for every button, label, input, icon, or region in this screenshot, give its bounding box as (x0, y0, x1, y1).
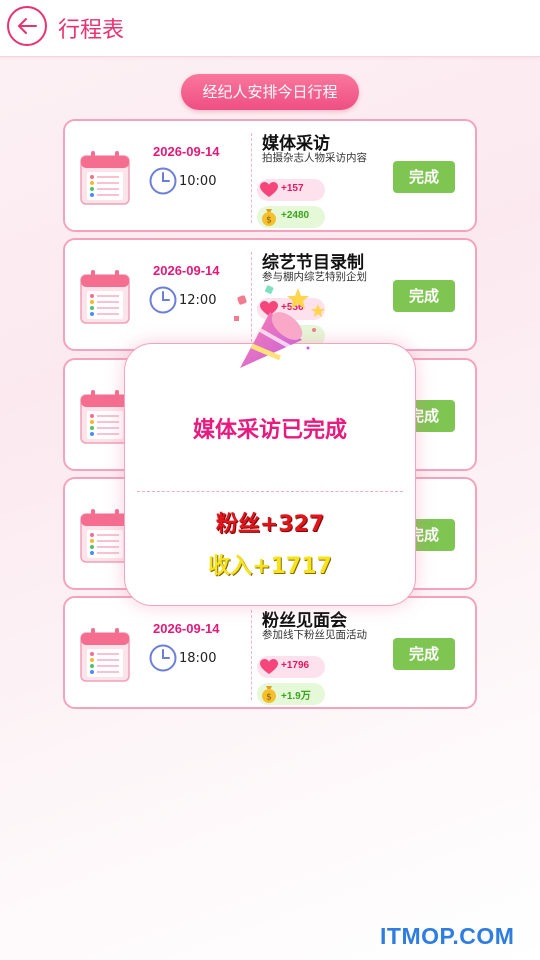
heart-icon (260, 182, 278, 197)
schedule-card: 2026-09-14 18:00 粉丝见面会 参加线下粉丝见面活动 +1796 … (63, 596, 477, 709)
money-bag-icon: $ (262, 209, 276, 226)
schedule-date: 2026-09-14 (153, 621, 220, 636)
schedule-time: 12:00 (179, 293, 217, 308)
schedule-card: 2026-09-14 10:00 媒体采访 拍摄杂志人物采访内容 +157 $ … (63, 119, 477, 232)
card-divider (251, 133, 252, 223)
event-description: 参加线下粉丝见面活动 (262, 629, 367, 641)
calendar-icon (80, 628, 130, 682)
arrow-left-icon (18, 18, 37, 34)
calendar-icon (80, 151, 130, 205)
calendar-icon (80, 270, 130, 324)
schedule-time: 10:00 (179, 174, 217, 189)
income-reward-value: +1.9万 (281, 691, 311, 702)
clock-icon (149, 167, 177, 195)
income-gain-text: 收入+1717 (208, 554, 332, 579)
schedule-date: 2026-09-14 (153, 263, 220, 278)
svg-text:$: $ (266, 693, 272, 703)
back-button[interactable] (7, 6, 47, 46)
agent-schedule-banner[interactable]: 经纪人安排今日行程 (181, 74, 359, 110)
fans-reward-chip: +1796 (257, 656, 325, 678)
complete-button[interactable]: 完成 (393, 280, 455, 312)
card-divider (251, 610, 252, 700)
page-title: 行程表 (58, 18, 125, 43)
clock-icon (149, 644, 177, 672)
schedule-date: 2026-09-14 (153, 144, 220, 159)
fans-gain-text: 粉丝+327 (215, 512, 325, 537)
schedule-time: 18:00 (179, 651, 217, 666)
popup-divider (137, 491, 403, 492)
completion-message: 媒体采访已完成 (192, 418, 347, 443)
complete-button[interactable]: 完成 (393, 161, 455, 193)
svg-text:$: $ (266, 216, 272, 226)
watermark-text: ITMOP.COM (380, 923, 515, 949)
top-bar: 行程表 (0, 0, 540, 57)
complete-button[interactable]: 完成 (393, 638, 455, 670)
income-reward-value: +2480 (281, 210, 310, 221)
income-reward-chip: $ +1.9万 (257, 683, 325, 705)
clock-icon (149, 286, 177, 314)
completion-popup[interactable]: 媒体采访已完成 粉丝+327 收入+1717 (124, 343, 416, 606)
fans-reward-value: +157 (281, 183, 304, 194)
event-description: 拍摄杂志人物采访内容 (262, 152, 367, 164)
fans-reward-chip: +157 (257, 179, 325, 201)
fans-reward-value: +1796 (281, 660, 310, 671)
money-bag-icon: $ (262, 686, 276, 703)
heart-icon (260, 659, 278, 674)
income-reward-chip: $ +2480 (257, 206, 325, 228)
party-popper-icon (234, 285, 325, 368)
